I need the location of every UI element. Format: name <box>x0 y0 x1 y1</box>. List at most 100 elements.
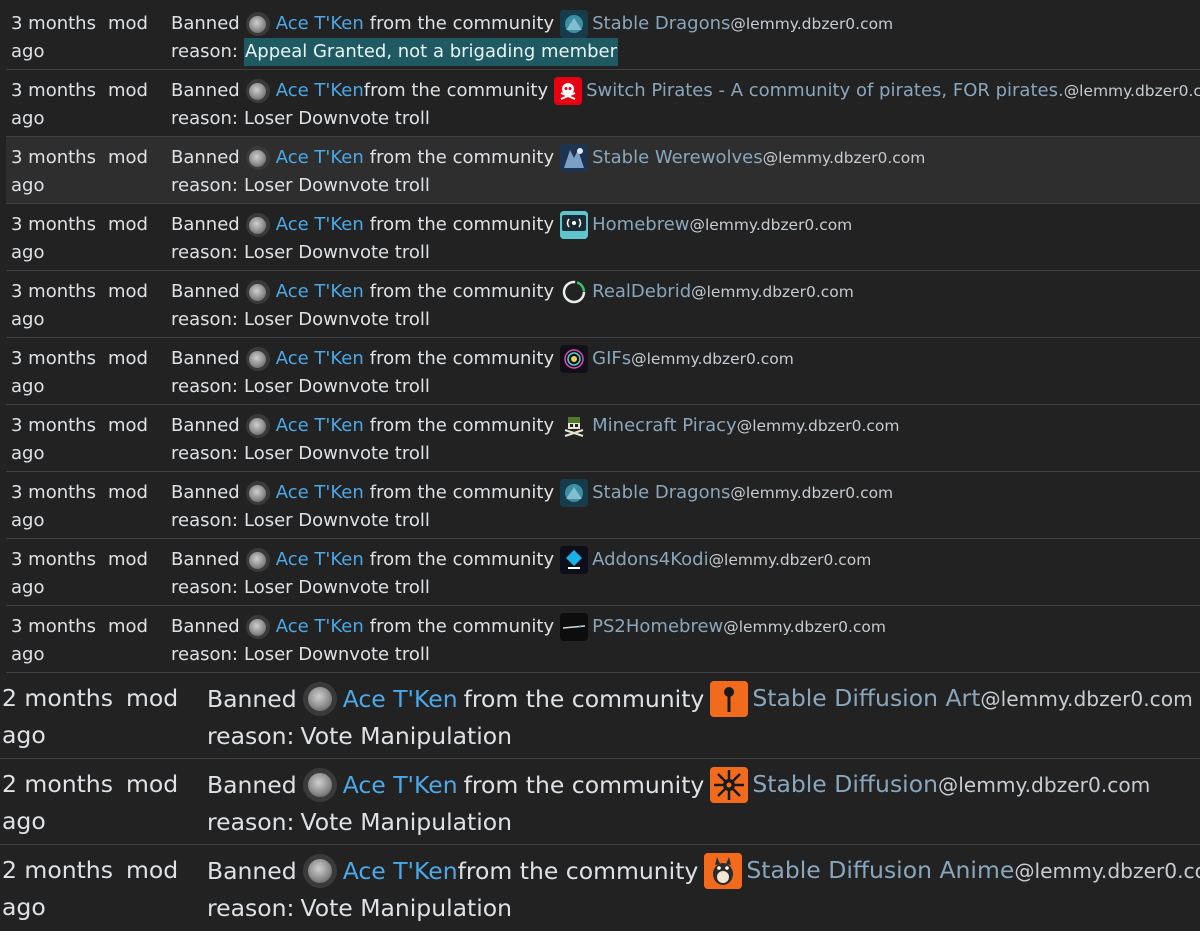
user-avatar-icon[interactable] <box>245 615 270 639</box>
user-link[interactable]: Ace T'Ken <box>276 546 364 574</box>
modlog-row: 3 months ago mod Banned Ace T'Ken from t… <box>6 70 1200 137</box>
timestamp-value: 2 months <box>2 856 113 884</box>
user-link[interactable]: Ace T'Ken <box>343 681 458 718</box>
timestamp-suffix: ago <box>11 443 45 464</box>
moderator-label: mod <box>126 684 179 712</box>
timestamp-value: 3 months <box>11 80 96 101</box>
user-link[interactable]: Ace T'Ken <box>276 613 364 641</box>
user-link[interactable]: Ace T'Ken <box>276 144 364 172</box>
timestamp-suffix: ago <box>11 376 45 397</box>
pixel-skull-icon[interactable] <box>560 412 589 440</box>
user-avatar-icon[interactable] <box>245 481 270 505</box>
reason-label: reason: <box>171 510 238 531</box>
user-avatar-icon[interactable] <box>245 548 270 572</box>
user-link[interactable]: Ace T'Ken <box>276 345 364 373</box>
timestamp-suffix: ago <box>11 41 45 62</box>
user-link[interactable]: Ace T'Ken <box>276 77 364 105</box>
user-avatar-icon[interactable] <box>302 854 337 888</box>
user-avatar-icon[interactable] <box>302 768 337 802</box>
reason-line: reason: Loser Downvote troll <box>171 172 1200 200</box>
timestamp-value: 3 months <box>11 616 96 637</box>
community-link[interactable]: Homebrew@lemmy.dbzer0.com <box>592 211 852 239</box>
reason-line: reason: Loser Downvote troll <box>171 507 1200 535</box>
moderator-label: mod <box>108 616 148 637</box>
community-link[interactable]: Stable Diffusion@lemmy.dbzer0.com <box>752 766 1150 804</box>
user-avatar-icon[interactable] <box>245 213 270 237</box>
community-name: Minecraft Piracy <box>592 415 737 436</box>
community-link[interactable]: PS2Homebrew@lemmy.dbzer0.com <box>592 613 886 641</box>
brush-icon[interactable] <box>710 681 749 717</box>
user-avatar-icon[interactable] <box>245 280 270 304</box>
dragon-icon[interactable] <box>560 479 589 507</box>
action-cell: Banned Ace T'Ken from the community Stab… <box>207 680 1200 755</box>
totoro-icon[interactable] <box>704 853 743 889</box>
community-link[interactable]: Stable Diffusion Art@lemmy.dbzer0.com <box>752 680 1192 718</box>
modlog-row: 3 months ago mod Banned Ace T'Ken from t… <box>6 338 1200 405</box>
community-link[interactable]: Addons4Kodi@lemmy.dbzer0.com <box>592 546 871 574</box>
action-cell: Banned Ace T'Ken from the community PS2H… <box>171 613 1200 669</box>
timestamp-value: 2 months <box>2 770 113 798</box>
community-link[interactable]: Stable Dragons@lemmy.dbzer0.com <box>592 10 893 38</box>
modlog-row: 2 months ago mod Banned Ace T'Ken from t… <box>0 673 1200 759</box>
moderator-label: mod <box>108 80 148 101</box>
modlog-row: 3 months ago mod Banned Ace T'Ken from t… <box>6 204 1200 271</box>
reason-value: Loser Downvote troll <box>243 443 430 464</box>
user-avatar-icon[interactable] <box>245 79 270 103</box>
community-link[interactable]: Minecraft Piracy@lemmy.dbzer0.com <box>592 412 899 440</box>
timestamp-suffix: ago <box>2 807 46 835</box>
action-line: Banned Ace T'Ken from the community Stab… <box>207 852 1200 890</box>
user-link[interactable]: Ace T'Ken <box>343 853 458 890</box>
action-type: Banned <box>171 549 240 570</box>
community-link[interactable]: Stable Dragons@lemmy.dbzer0.com <box>592 479 893 507</box>
user-link[interactable]: Ace T'Ken <box>276 10 364 38</box>
user-link[interactable]: Ace T'Ken <box>276 479 364 507</box>
sunburst-icon[interactable] <box>710 767 749 803</box>
ps2-icon[interactable] <box>560 613 589 641</box>
user-link[interactable]: Ace T'Ken <box>343 767 458 804</box>
community-link[interactable]: GIFs@lemmy.dbzer0.com <box>592 345 794 373</box>
action-type: Banned <box>207 856 297 885</box>
community-instance: @lemmy.dbzer0.com <box>1063 82 1200 100</box>
community-instance: @lemmy.dbzer0.com <box>938 773 1151 797</box>
dragon-icon[interactable] <box>560 10 589 38</box>
community-link[interactable]: RealDebrid@lemmy.dbzer0.com <box>592 278 854 306</box>
user-link[interactable]: Ace T'Ken <box>276 412 364 440</box>
sparkle-icon[interactable] <box>560 345 589 373</box>
ring-icon[interactable] <box>560 278 589 306</box>
reason-label: reason: <box>207 894 295 922</box>
user-avatar-icon[interactable] <box>245 12 270 36</box>
user-avatar-icon[interactable] <box>302 682 337 716</box>
action-line: Banned Ace T'Ken from the community Real… <box>171 278 1200 306</box>
broadcast-icon[interactable] <box>560 211 589 239</box>
reason-value: Loser Downvote troll <box>243 577 430 598</box>
reason-value: Appeal Granted, not a brigading member <box>243 38 619 66</box>
reason-line: reason: Loser Downvote troll <box>171 641 1200 669</box>
community-link[interactable]: Switch Pirates - A community of pirates,… <box>586 77 1200 105</box>
community-name: Addons4Kodi <box>592 549 709 570</box>
action-line: Banned Ace T'Ken from the community Stab… <box>171 10 1200 38</box>
kodi-icon[interactable] <box>560 546 589 574</box>
werewolf-icon[interactable] <box>560 144 589 172</box>
timestamp-suffix: ago <box>11 644 45 665</box>
community-name: Stable Werewolves <box>592 147 763 168</box>
action-cell: Banned Ace T'Ken from the community Real… <box>171 278 1200 334</box>
user-avatar-icon[interactable] <box>245 414 270 438</box>
reason-line: reason: Vote Manipulation <box>207 890 1200 927</box>
user-avatar-icon[interactable] <box>245 146 270 170</box>
action-cell: Banned Ace T'Ken from the community Stab… <box>171 479 1200 535</box>
timestamp: 3 months ago <box>6 546 108 602</box>
action-cell: Banned Ace T'Ken from the community Home… <box>171 211 1200 267</box>
user-link[interactable]: Ace T'Ken <box>276 278 364 306</box>
community-name: RealDebrid <box>592 281 692 302</box>
community-instance: @lemmy.dbzer0.com <box>723 618 886 636</box>
community-link[interactable]: Stable Diffusion Anime@lemmy.dbzer0.com <box>746 852 1200 890</box>
community-link[interactable]: Stable Werewolves@lemmy.dbzer0.com <box>592 144 925 172</box>
from-community-text: from the community <box>463 684 705 713</box>
from-community-text: from the community <box>363 80 549 101</box>
switch-skull-icon[interactable] <box>554 77 583 105</box>
user-avatar-icon[interactable] <box>245 347 270 371</box>
reason-label: reason: <box>171 108 238 129</box>
user-link[interactable]: Ace T'Ken <box>276 211 364 239</box>
from-community-text: from the community <box>463 770 705 799</box>
reason-line: reason: Loser Downvote troll <box>171 373 1200 401</box>
